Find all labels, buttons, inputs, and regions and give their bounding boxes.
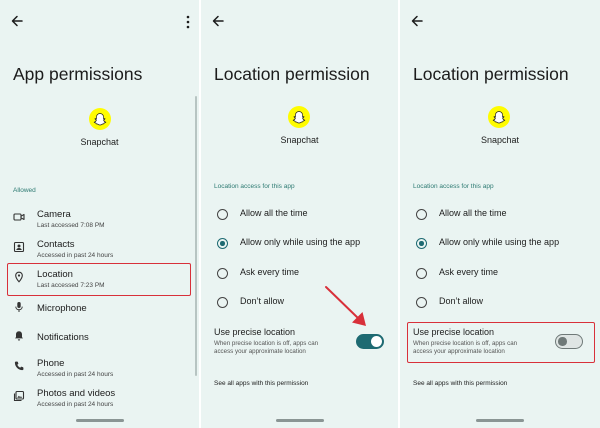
section-label-allowed: Allowed xyxy=(13,187,36,194)
app-name: Snapchat xyxy=(480,135,520,145)
snapchat-logo xyxy=(288,106,310,128)
gesture-home-bar[interactable] xyxy=(476,419,524,422)
section-label-location-access: Location access for this app xyxy=(214,183,295,190)
back-arrow-icon[interactable] xyxy=(211,14,225,28)
option-label: Ask every time xyxy=(240,267,300,277)
ghost-icon xyxy=(292,111,306,124)
permission-item-photos-videos[interactable]: Photos and videos Accessed in past 24 ho… xyxy=(13,386,193,414)
section-label-location-access: Location access for this app xyxy=(413,183,494,190)
scrollbar[interactable] xyxy=(195,96,197,376)
permission-name: Microphone xyxy=(37,303,87,314)
photos-icon xyxy=(13,390,25,402)
gesture-home-bar[interactable] xyxy=(275,419,324,422)
phone-icon xyxy=(14,361,24,371)
option-label: Allow all the time xyxy=(439,208,507,218)
option-allow-while-using[interactable]: Allow only while using the app xyxy=(214,236,394,254)
annotation-arrow-icon xyxy=(325,286,366,326)
page-title: Location permission xyxy=(413,64,569,84)
contacts-icon xyxy=(13,241,25,253)
option-allow-all-time[interactable]: Allow all the time xyxy=(413,207,593,225)
permission-status: Accessed in past 24 hours xyxy=(37,252,114,259)
permission-item-microphone[interactable]: Microphone xyxy=(13,297,193,325)
permission-status: Accessed in past 24 hours xyxy=(37,401,114,408)
back-arrow-icon[interactable] xyxy=(410,14,424,28)
option-allow-while-using[interactable]: Allow only while using the app xyxy=(413,236,593,254)
radio-button[interactable] xyxy=(217,268,228,279)
permission-status: Last accessed 7:08 PM xyxy=(37,222,105,229)
camera-icon xyxy=(13,213,25,221)
app-name: Snapchat xyxy=(80,137,119,147)
microphone-icon xyxy=(15,302,23,312)
permission-name: Phone xyxy=(37,358,65,369)
permission-name: Notifications xyxy=(37,332,89,343)
app-permissions-screen: App permissions Snapchat Allowed Camera … xyxy=(0,0,199,428)
radio-button[interactable] xyxy=(217,209,228,220)
page-title: App permissions xyxy=(13,64,143,84)
radio-button[interactable] xyxy=(416,209,427,220)
bell-icon xyxy=(15,331,23,341)
radio-button-selected[interactable] xyxy=(416,238,427,249)
permission-item-camera[interactable]: Camera Last accessed 7:08 PM xyxy=(13,207,193,235)
permission-name: Contacts xyxy=(37,239,75,250)
location-permission-screen-on: Location permission Snapchat Location ac… xyxy=(201,0,398,428)
radio-button[interactable] xyxy=(416,297,427,308)
back-arrow-icon[interactable] xyxy=(10,14,24,28)
permission-item-contacts[interactable]: Contacts Accessed in past 24 hours xyxy=(13,237,193,265)
option-dont-allow[interactable]: Don’t allow xyxy=(413,295,593,313)
radio-button[interactable] xyxy=(217,297,228,308)
ghost-icon xyxy=(93,113,107,126)
option-label: Allow all the time xyxy=(240,208,308,218)
permission-item-notifications[interactable]: Notifications xyxy=(13,326,193,354)
highlight-location xyxy=(7,263,191,296)
precise-location-title: Use precise location xyxy=(214,327,296,337)
ghost-icon xyxy=(492,111,506,124)
option-label: Ask every time xyxy=(439,267,499,277)
precise-location-description: When precise location is off, apps can a… xyxy=(214,340,319,355)
snapchat-logo xyxy=(89,108,111,130)
precise-location-toggle[interactable] xyxy=(356,334,384,349)
page-title: Location permission xyxy=(214,64,370,84)
option-label: Don’t allow xyxy=(439,296,484,306)
permission-item-phone[interactable]: Phone Accessed in past 24 hours xyxy=(13,356,193,384)
location-permission-screen-off: Location permission Snapchat Location ac… xyxy=(400,0,600,428)
app-name: Snapchat xyxy=(280,135,319,145)
permission-name: Photos and videos xyxy=(37,388,116,399)
radio-button[interactable] xyxy=(416,268,427,279)
option-label: Allow only while using the app xyxy=(240,237,361,247)
see-all-apps-link[interactable]: See all apps with this permission xyxy=(214,380,308,387)
radio-button-selected[interactable] xyxy=(217,238,228,249)
gesture-home-bar[interactable] xyxy=(75,419,124,422)
option-label: Allow only while using the app xyxy=(439,237,560,247)
option-allow-all-time[interactable]: Allow all the time xyxy=(214,207,394,225)
see-all-apps-link[interactable]: See all apps with this permission xyxy=(413,380,507,387)
more-options-icon[interactable] xyxy=(185,15,191,29)
option-ask-every-time[interactable]: Ask every time xyxy=(413,266,593,284)
highlight-precise-location xyxy=(407,322,595,363)
snapchat-logo xyxy=(488,106,510,128)
permission-status: Accessed in past 24 hours xyxy=(37,371,114,378)
permission-name: Camera xyxy=(37,209,71,220)
option-label: Don’t allow xyxy=(240,296,285,306)
